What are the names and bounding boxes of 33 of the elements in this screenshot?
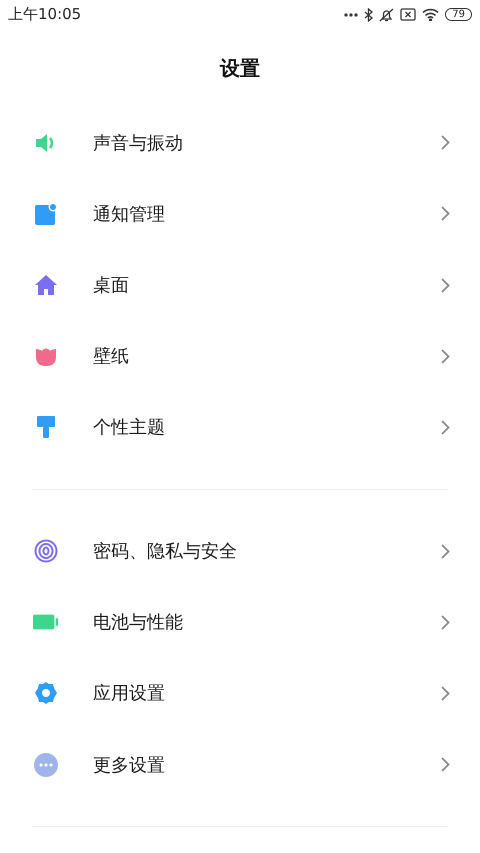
settings-item[interactable]: 应用设置	[0, 658, 480, 729]
more-icon	[34, 752, 58, 777]
chevron-right-icon	[441, 614, 450, 630]
notification-icon	[34, 202, 58, 226]
chevron-right-icon	[441, 135, 450, 150]
chevron-right-icon	[441, 206, 450, 222]
settings-item[interactable]: 通知管理	[0, 178, 480, 250]
wifi-icon	[422, 8, 440, 22]
chevron-right-icon	[441, 686, 450, 701]
settings-item[interactable]: 个性主题	[0, 392, 480, 463]
paint-roller-icon	[36, 415, 56, 440]
bluetooth-icon	[364, 8, 374, 22]
sim-card-icon	[400, 8, 416, 22]
muted-bell-icon	[379, 8, 394, 22]
chevron-right-icon	[441, 278, 450, 293]
battery-icon	[33, 613, 59, 632]
fingerprint-icon	[34, 539, 58, 564]
chevron-right-icon	[441, 420, 450, 435]
settings-item[interactable]: 密码、隐私与安全	[0, 516, 480, 587]
settings-item[interactable]: 壁纸	[0, 320, 480, 392]
settings-item[interactable]: 电池与性能	[0, 586, 480, 658]
settings-item[interactable]: 声音与振动	[0, 107, 480, 178]
settings-item[interactable]: 桌面	[0, 250, 480, 321]
chevron-right-icon	[441, 348, 450, 364]
chevron-right-icon	[441, 544, 450, 559]
status-time: 上午10:05	[8, 5, 82, 24]
page-title: 设置	[218, 55, 261, 82]
chevron-right-icon	[441, 757, 450, 772]
house-icon	[34, 274, 58, 296]
settings-item[interactable]: 更多设置	[0, 728, 480, 800]
more-dots-icon	[344, 12, 358, 17]
battery-level: 79	[445, 8, 472, 22]
gear-icon	[34, 681, 58, 706]
